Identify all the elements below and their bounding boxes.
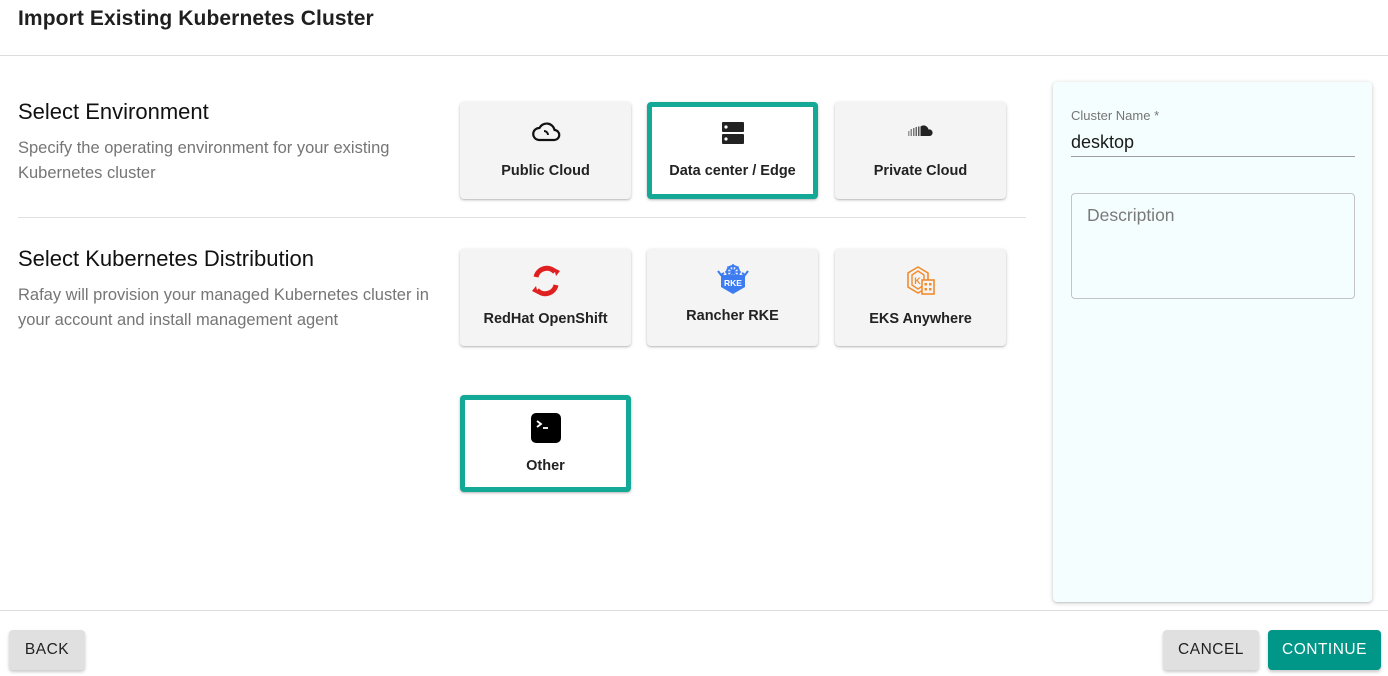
env-option-label: Private Cloud (873, 163, 968, 179)
back-button[interactable]: BACK (9, 630, 85, 670)
env-option-data-center-edge[interactable]: Data center / Edge (647, 102, 818, 199)
cluster-name-input[interactable] (1071, 128, 1355, 157)
environment-section-title: Select Environment (18, 99, 209, 124)
section-divider (18, 217, 1026, 218)
dialog-header: Import Existing Kubernetes Cluster (0, 0, 1388, 56)
env-option-label: Data center / Edge (669, 163, 796, 179)
dist-option-redhat-openshift[interactable]: RedHat OpenShift (460, 249, 631, 346)
cluster-details-panel: Cluster Name * (1053, 82, 1372, 602)
cancel-button[interactable]: CANCEL (1163, 630, 1259, 670)
dist-option-label: EKS Anywhere (869, 311, 972, 327)
cluster-name-label: Cluster Name * (1071, 108, 1160, 123)
env-option-private-cloud[interactable]: Private Cloud (835, 102, 1006, 199)
eks-anywhere-logo-icon: K (905, 265, 937, 297)
distribution-section-title: Select Kubernetes Distribution (18, 246, 314, 271)
description-textarea[interactable] (1071, 193, 1355, 299)
rancher-rke-logo-icon: RKE (716, 263, 750, 295)
env-option-public-cloud[interactable]: Public Cloud (460, 102, 631, 199)
server-icon (721, 121, 745, 145)
dist-option-label: RedHat OpenShift (483, 311, 608, 327)
soundcloud-icon (907, 124, 935, 138)
distribution-section-description: Rafay will provision your managed Kubern… (18, 286, 429, 329)
dist-option-label: Rancher RKE (686, 308, 779, 324)
env-option-label: Public Cloud (501, 163, 590, 179)
openshift-logo-icon (528, 263, 564, 299)
terminal-icon (530, 413, 561, 443)
environment-section-description: Specify the operating environment for yo… (18, 139, 390, 182)
dist-option-other[interactable]: Other (460, 395, 631, 492)
dist-option-eks-anywhere[interactable]: K EKS Anywhere (835, 249, 1006, 346)
continue-button[interactable]: CONTINUE (1268, 630, 1381, 670)
svg-text:RKE: RKE (724, 278, 742, 288)
dist-option-rancher-rke[interactable]: RKE Rancher RKE (647, 249, 818, 346)
dist-option-label: Other (526, 458, 565, 474)
page-title: Import Existing Kubernetes Cluster (18, 7, 374, 30)
dialog-footer: BACK CANCEL CONTINUE (0, 610, 1388, 676)
cloud-outline-icon (531, 120, 561, 142)
svg-text:K: K (914, 276, 921, 286)
